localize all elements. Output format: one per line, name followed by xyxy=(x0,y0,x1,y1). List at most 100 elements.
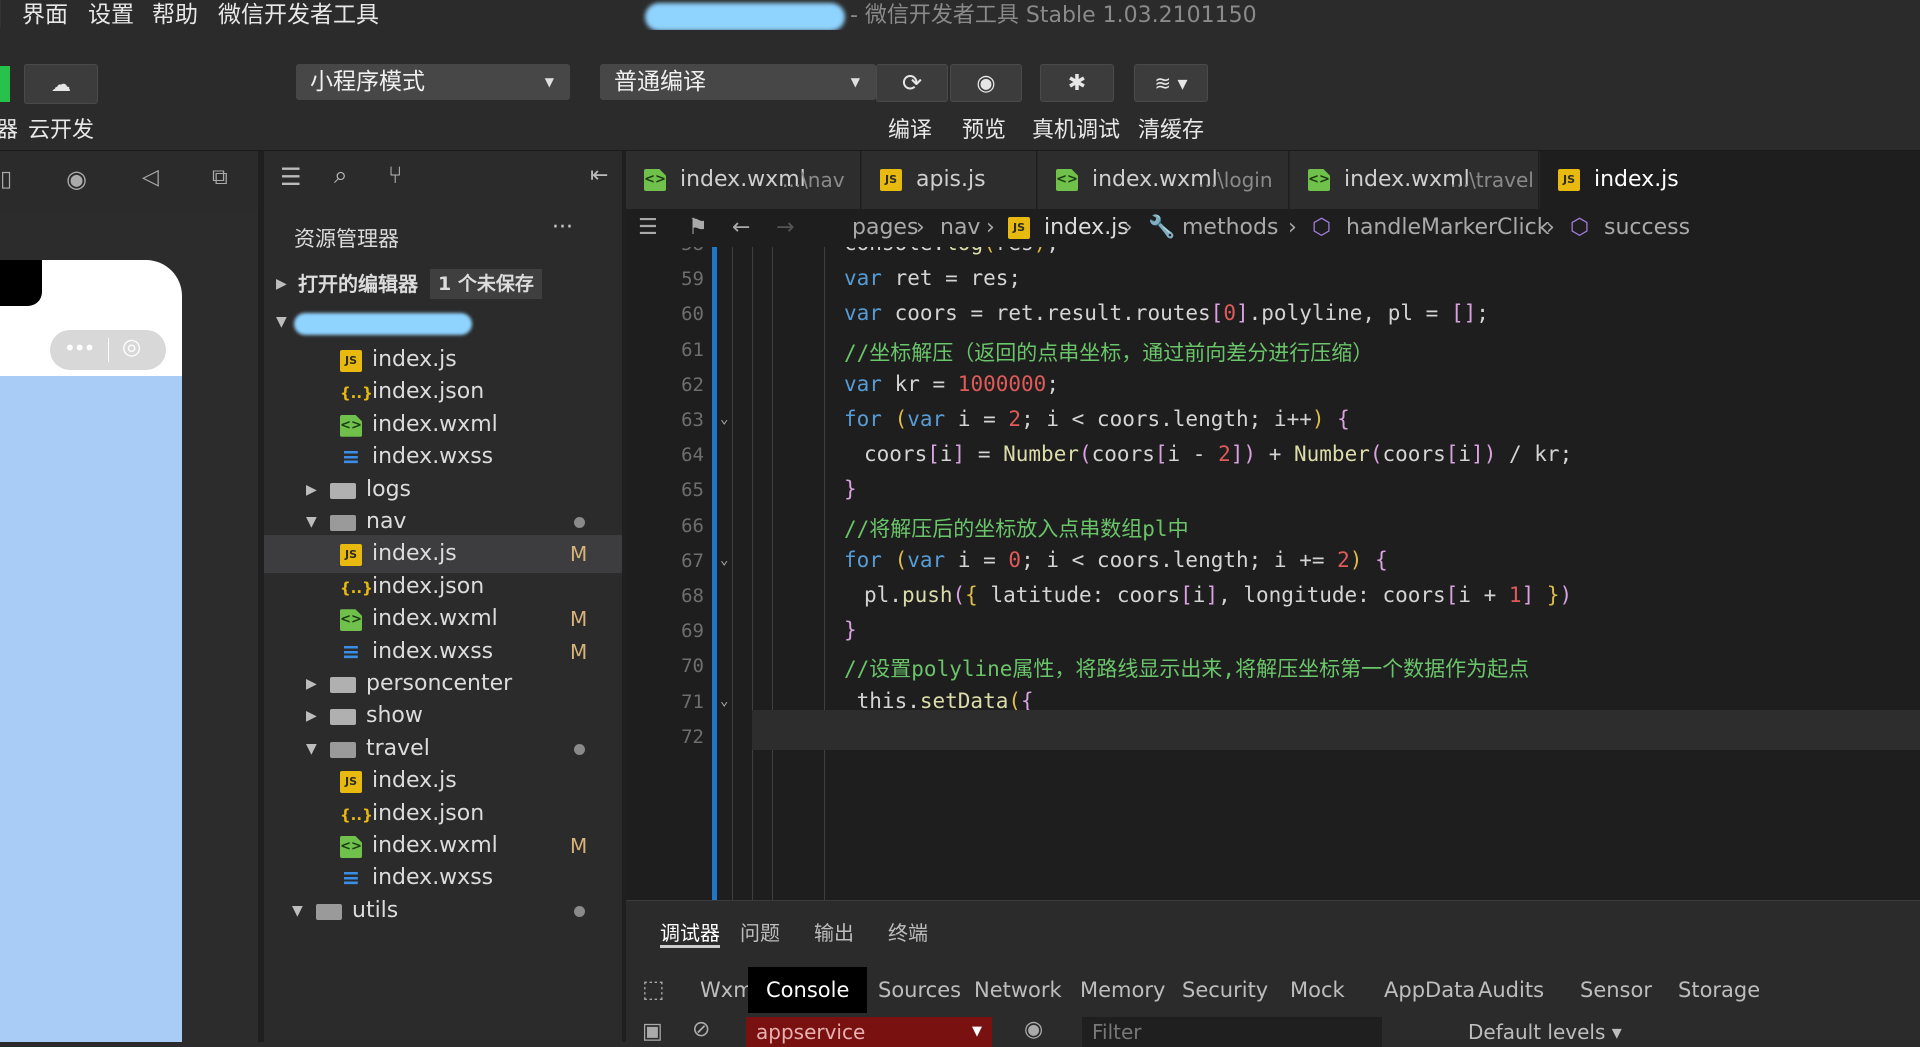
devtools-tab-appdata[interactable]: AppData xyxy=(1384,967,1475,1013)
breadcrumb-pages[interactable]: pages xyxy=(852,209,918,247)
eye-icon[interactable]: ◉ xyxy=(1024,1017,1043,1042)
fold-chevron-icon[interactable]: ⌄ xyxy=(720,552,728,568)
devtools-tab-sources[interactable]: Sources xyxy=(878,967,961,1013)
json-file-icon: {..} xyxy=(340,805,373,824)
clear-console-icon[interactable]: ⊘ xyxy=(692,1017,710,1042)
mode-select[interactable]: 小程序模式 ▼ xyxy=(296,64,570,100)
code-line[interactable]: console.log(res); xyxy=(844,247,1059,255)
js-file-icon: JS xyxy=(340,350,362,372)
code-line[interactable]: var coors = ret.result.routes[0].polylin… xyxy=(844,301,1489,325)
volume-icon[interactable]: ◁ xyxy=(142,165,159,190)
menu-help[interactable]: 帮助 xyxy=(152,0,198,30)
forward-arrow-icon[interactable]: → xyxy=(776,209,794,247)
breadcrumb-methods[interactable]: methods xyxy=(1182,209,1278,247)
devtools-tab-memory[interactable]: Memory xyxy=(1080,967,1165,1013)
editor-tab[interactable]: JS apis.js xyxy=(862,151,1037,209)
log-levels-select[interactable]: Default levels ▾ xyxy=(1468,1017,1622,1047)
sidebar-toggle-icon[interactable]: ▣ xyxy=(642,1019,663,1044)
tree-folder-utils[interactable]: ▼ utils xyxy=(264,892,622,930)
git-branch-icon[interactable]: ⑂ xyxy=(388,161,402,189)
line-number: 61 xyxy=(681,338,704,361)
devtools-tab-audits[interactable]: Audits xyxy=(1478,967,1544,1013)
phone-notch xyxy=(0,260,42,306)
caret-down-icon: ▼ xyxy=(972,1024,982,1039)
menu-devtools[interactable]: 微信开发者工具 xyxy=(218,0,379,30)
devtools-tab-security[interactable]: Security xyxy=(1182,967,1268,1013)
code-line[interactable]: var kr = 1000000; xyxy=(844,372,1059,396)
code-line[interactable]: //设置polyline属性，将路线显示出来,将解压坐标第一个数据作为起点 xyxy=(844,653,1529,683)
breadcrumb-handler[interactable]: handleMarkerClick xyxy=(1346,209,1549,247)
simulator-toggle-button[interactable] xyxy=(0,66,10,102)
remote-debug-label: 真机调试 xyxy=(1032,118,1121,143)
editor-tab[interactable]: JS index.js xyxy=(1540,151,1920,209)
code-line[interactable]: } xyxy=(844,477,857,501)
window-icon[interactable]: ⧉ xyxy=(212,165,228,190)
bookmark-icon[interactable]: ⚑ xyxy=(688,209,708,247)
wxml-file-icon: <> xyxy=(340,836,362,858)
code-line[interactable]: _this.setData({ xyxy=(844,689,1034,713)
editor-tab[interactable]: <> index.wxml ...\login xyxy=(1038,151,1289,209)
inspect-element-icon[interactable]: ⬚ xyxy=(642,975,665,1003)
current-line-highlight xyxy=(752,710,1920,750)
explorer: 资源管理器 ··· ▶ 打开的编辑器 1 个未保存 ▼ JS index.js {.… xyxy=(264,211,622,1042)
code-line[interactable]: var ret = res; xyxy=(844,266,1021,290)
breadcrumb-file[interactable]: index.js xyxy=(1044,209,1129,247)
wrench-icon: 🔧 xyxy=(1148,215,1176,240)
code-line[interactable]: //将解压后的坐标放入点串数组pl中 xyxy=(844,513,1189,543)
wxss-file-icon: ≡ xyxy=(341,445,361,471)
editor-tab[interactable]: <> index.wxml ...\nav xyxy=(626,151,861,209)
devtools-tab-mock[interactable]: Mock xyxy=(1290,967,1345,1013)
record-icon[interactable]: ◉ xyxy=(66,165,87,193)
code-line[interactable]: //坐标解压（返回的点串坐标，通过前向差分进行压缩） xyxy=(844,337,1373,367)
outline-icon[interactable]: ☰ xyxy=(638,209,658,247)
tab-terminal[interactable]: 终端 xyxy=(888,917,928,946)
collapse-panel-icon[interactable]: ⇤ xyxy=(590,163,608,188)
code-line[interactable]: } xyxy=(844,618,857,642)
compile-button[interactable]: ⟳ xyxy=(876,64,948,102)
menu-interface[interactable]: 界面 xyxy=(22,0,68,30)
code-line[interactable]: for (var i = 2; i < coors.length; i++) { xyxy=(844,407,1350,431)
simulator-toolbar: ▯ ◉ ◁ ⧉ xyxy=(0,151,260,211)
cloud-dev-button[interactable]: ☁ xyxy=(24,64,98,104)
clear-cache-button[interactable]: ≋ ▾ xyxy=(1134,64,1208,102)
tab-problems[interactable]: 问题 xyxy=(740,917,780,946)
tab-debugger[interactable]: 调试器 xyxy=(660,917,720,946)
breadcrumb-success[interactable]: success xyxy=(1604,209,1690,247)
devtools-tab-storage[interactable]: Storage xyxy=(1678,967,1760,1013)
context-select[interactable]: appservice ▼ xyxy=(746,1017,992,1047)
list-icon[interactable]: ☰ xyxy=(280,163,302,191)
phone-content[interactable] xyxy=(0,376,182,1042)
device-icon[interactable]: ▯ xyxy=(0,167,12,192)
preview-button[interactable]: ◉ xyxy=(950,64,1022,102)
more-icon[interactable]: ••• xyxy=(64,336,95,360)
breadcrumb-nav[interactable]: nav xyxy=(940,209,980,247)
devtools-tab-console[interactable]: Console xyxy=(748,967,868,1013)
indent-guide xyxy=(752,247,753,900)
more-actions-icon[interactable]: ··· xyxy=(552,215,573,240)
devtools-tab-sensor[interactable]: Sensor xyxy=(1580,967,1652,1013)
project-root[interactable]: ▼ xyxy=(264,303,622,341)
open-editors-section[interactable]: ▶ 打开的编辑器 1 个未保存 xyxy=(264,265,622,303)
code-line[interactable]: coors[i] = Number(coors[i - 2]) + Number… xyxy=(864,442,1572,466)
filter-input[interactable]: Filter xyxy=(1082,1017,1382,1047)
devtools-tab-network[interactable]: Network xyxy=(974,967,1062,1013)
compile-select[interactable]: 普通编译 ▼ xyxy=(600,64,876,100)
remote-debug-button[interactable]: ✱ xyxy=(1040,64,1114,102)
menu-settings[interactable]: 设置 xyxy=(88,0,134,30)
editor-tab[interactable]: <> index.wxml ...\travel xyxy=(1290,151,1539,209)
back-arrow-icon[interactable]: ← xyxy=(732,209,750,247)
menu-capsule[interactable]: ••• ◎ xyxy=(50,330,166,370)
refresh-icon: ⟳ xyxy=(901,69,923,97)
wxml-file-icon: <> xyxy=(644,169,666,191)
code-line[interactable]: for (var i = 0; i < coors.length; i += 2… xyxy=(844,548,1388,572)
fold-chevron-icon[interactable]: ⌄ xyxy=(720,693,728,709)
menubar: ▏ 界面 设置 帮助 微信开发者工具 - 微信开发者工具 Stable 1.03… xyxy=(0,0,1920,31)
fold-chevron-icon[interactable]: ⌄ xyxy=(720,411,728,427)
code-line[interactable]: pl.push({ latitude: coors[i], longitude:… xyxy=(864,583,1572,607)
tab-path: ...\travel xyxy=(1450,168,1534,192)
code-editor[interactable]: 58 console.log(res); 59 var ret = res; 60 var… xyxy=(626,247,1920,900)
close-circle-icon[interactable]: ◎ xyxy=(122,335,141,360)
search-icon[interactable]: ⌕ xyxy=(334,161,347,189)
tab-output[interactable]: 输出 xyxy=(814,917,854,946)
open-editors-label: 打开的编辑器 xyxy=(298,272,418,296)
